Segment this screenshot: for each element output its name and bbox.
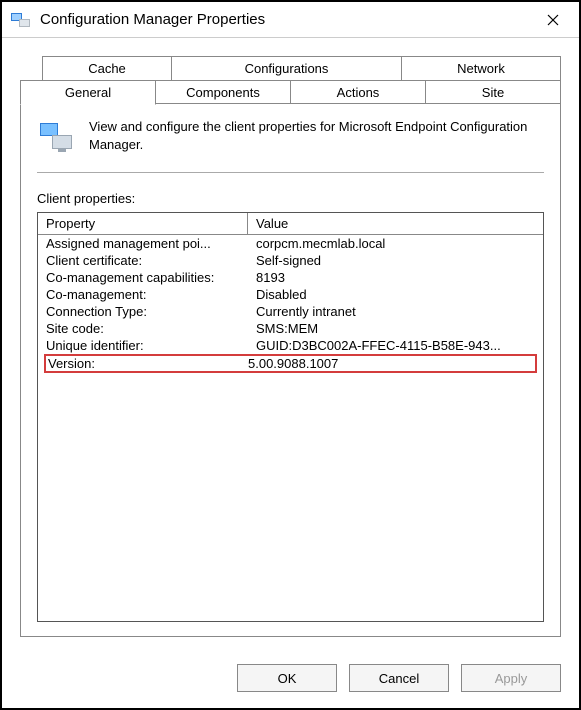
config-manager-icon	[37, 118, 77, 158]
highlighted-row[interactable]: Version: 5.00.9088.1007	[44, 354, 537, 373]
tab-site[interactable]: Site	[426, 80, 561, 104]
section-label: Client properties:	[37, 191, 544, 206]
ok-button[interactable]: OK	[237, 664, 337, 692]
tab-actions[interactable]: Actions	[291, 80, 426, 104]
tab-row-front: General Components Actions Site	[20, 80, 561, 104]
version-value: 5.00.9088.1007	[248, 356, 533, 371]
list-item[interactable]: Site code: SMS:MEM	[38, 320, 543, 337]
tab-cache[interactable]: Cache	[42, 56, 172, 80]
tab-content: Cache Configurations Network General Com…	[2, 38, 579, 650]
list-item[interactable]: Assigned management poi... corpcm.mecmla…	[38, 235, 543, 252]
window-title: Configuration Manager Properties	[40, 11, 535, 28]
tab-network[interactable]: Network	[402, 56, 561, 80]
general-panel: View and configure the client properties…	[20, 103, 561, 637]
client-properties-list[interactable]: Property Value Assigned management poi..…	[37, 212, 544, 622]
cancel-button[interactable]: Cancel	[349, 664, 449, 692]
tab-components[interactable]: Components	[156, 80, 291, 104]
apply-button[interactable]: Apply	[461, 664, 561, 692]
description-text: View and configure the client properties…	[89, 118, 544, 153]
list-body: Assigned management poi... corpcm.mecmla…	[38, 235, 543, 621]
dialog-buttons: OK Cancel Apply	[2, 650, 579, 708]
list-header: Property Value	[38, 213, 543, 235]
description-row: View and configure the client properties…	[37, 118, 544, 158]
list-item[interactable]: Connection Type: Currently intranet	[38, 303, 543, 320]
app-icon	[10, 9, 32, 31]
tab-general[interactable]: General	[20, 80, 156, 105]
tab-configurations[interactable]: Configurations	[172, 56, 402, 80]
tab-row-back: Cache Configurations Network	[42, 56, 561, 80]
list-item[interactable]: Co-management capabilities: 8193	[38, 269, 543, 286]
list-item[interactable]: Co-management: Disabled	[38, 286, 543, 303]
list-item[interactable]: Unique identifier: GUID:D3BC002A-FFEC-41…	[38, 337, 543, 354]
divider	[37, 172, 544, 173]
title-bar: Configuration Manager Properties	[2, 2, 579, 38]
version-label: Version:	[48, 356, 248, 371]
column-property[interactable]: Property	[38, 213, 248, 234]
close-icon	[547, 14, 559, 26]
close-button[interactable]	[535, 5, 571, 35]
list-item[interactable]: Client certificate: Self-signed	[38, 252, 543, 269]
column-value[interactable]: Value	[248, 213, 543, 234]
